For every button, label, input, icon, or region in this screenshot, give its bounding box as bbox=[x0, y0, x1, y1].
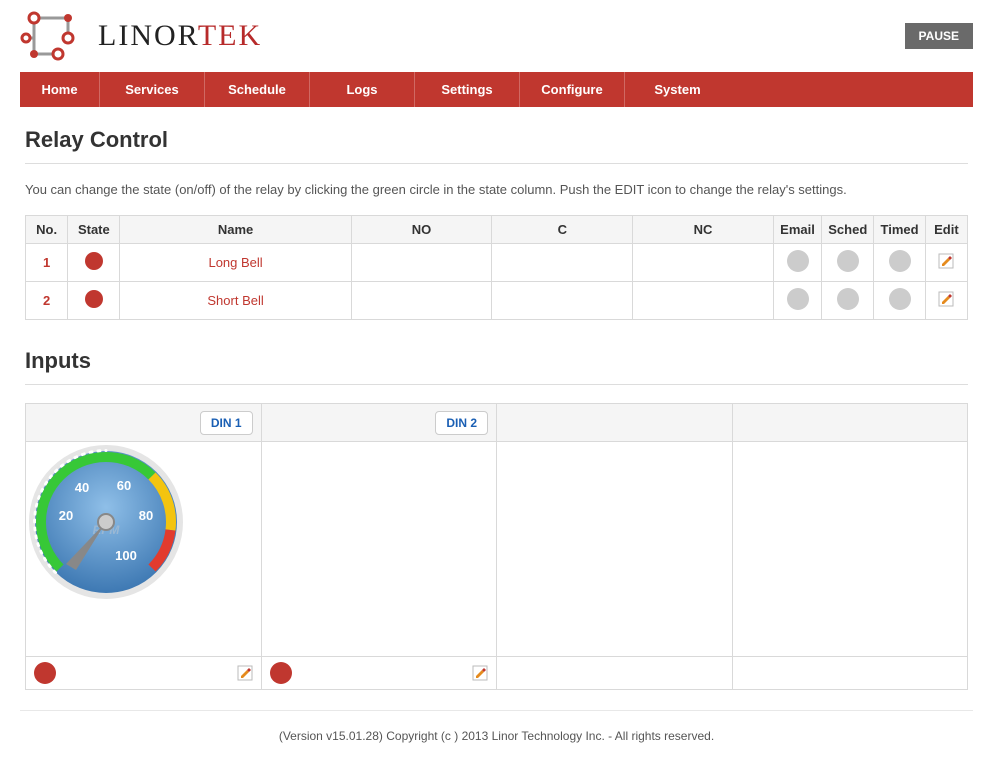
col-no: No. bbox=[26, 216, 68, 244]
gauge-cell: 20 40 60 80 100 RPM bbox=[26, 442, 262, 657]
relay-NO bbox=[351, 244, 492, 282]
navbar: Home Services Schedule Logs Settings Con… bbox=[20, 72, 973, 107]
col-NC: NC bbox=[633, 216, 774, 244]
logo: LINORTEK bbox=[20, 8, 262, 64]
input-edit-button[interactable] bbox=[472, 665, 488, 681]
relay-name: Long Bell bbox=[120, 244, 351, 282]
relay-sched-toggle[interactable] bbox=[822, 244, 874, 282]
relay-timed-toggle[interactable] bbox=[874, 282, 925, 320]
relay-title: Relay Control bbox=[25, 127, 968, 153]
svg-text:80: 80 bbox=[139, 508, 153, 523]
relay-row: 2 Short Bell bbox=[26, 282, 968, 320]
inputs-table: DIN 1 DIN 2 bbox=[25, 403, 968, 690]
gauge-cell bbox=[497, 442, 733, 657]
pause-button[interactable]: PAUSE bbox=[905, 23, 973, 49]
col-state: State bbox=[68, 216, 120, 244]
relay-no: 1 bbox=[26, 244, 68, 282]
nav-home[interactable]: Home bbox=[20, 72, 100, 107]
col-sched: Sched bbox=[822, 216, 874, 244]
relay-state-toggle[interactable] bbox=[68, 244, 120, 282]
relay-C bbox=[492, 282, 633, 320]
col-timed: Timed bbox=[874, 216, 925, 244]
edit-icon bbox=[237, 665, 253, 681]
inputs-title: Inputs bbox=[25, 348, 968, 374]
edit-icon bbox=[472, 665, 488, 681]
main: Relay Control You can change the state (… bbox=[0, 107, 993, 700]
input-state-indicator[interactable] bbox=[270, 662, 292, 684]
din1-button[interactable]: DIN 1 bbox=[200, 411, 253, 435]
edit-icon bbox=[938, 291, 954, 307]
input-state-indicator[interactable] bbox=[34, 662, 56, 684]
din-header-cell bbox=[497, 404, 733, 442]
nav-services[interactable]: Services bbox=[100, 72, 205, 107]
relay-edit-button[interactable] bbox=[925, 282, 967, 320]
relay-no: 2 bbox=[26, 282, 68, 320]
relay-C bbox=[492, 244, 633, 282]
divider bbox=[25, 384, 968, 385]
relay-row: 1 Long Bell bbox=[26, 244, 968, 282]
relay-NO bbox=[351, 282, 492, 320]
gauge-cell bbox=[261, 442, 497, 657]
relay-state-toggle[interactable] bbox=[68, 282, 120, 320]
logo-icon bbox=[20, 8, 90, 64]
footer-copyright: (Version v15.01.28) Copyright (c ) 2013 … bbox=[20, 710, 973, 757]
relay-NC bbox=[633, 282, 774, 320]
col-name: Name bbox=[120, 216, 351, 244]
nav-system[interactable]: System bbox=[625, 72, 730, 107]
relay-NC bbox=[633, 244, 774, 282]
relay-sched-toggle[interactable] bbox=[822, 282, 874, 320]
relay-name: Short Bell bbox=[120, 282, 351, 320]
relay-edit-button[interactable] bbox=[925, 244, 967, 282]
header: LINORTEK PAUSE bbox=[0, 0, 993, 72]
col-edit: Edit bbox=[925, 216, 967, 244]
edit-icon bbox=[938, 253, 954, 269]
col-email: Email bbox=[773, 216, 821, 244]
relay-timed-toggle[interactable] bbox=[874, 244, 925, 282]
nav-schedule[interactable]: Schedule bbox=[205, 72, 310, 107]
relay-intro: You can change the state (on/off) of the… bbox=[25, 182, 968, 197]
input-edit-button[interactable] bbox=[237, 665, 253, 681]
col-NO: NO bbox=[351, 216, 492, 244]
nav-configure[interactable]: Configure bbox=[520, 72, 625, 107]
nav-logs[interactable]: Logs bbox=[310, 72, 415, 107]
gauge-cell bbox=[732, 442, 968, 657]
relay-table: No. State Name NO C NC Email Sched Timed… bbox=[25, 215, 968, 320]
nav-settings[interactable]: Settings bbox=[415, 72, 520, 107]
din2-button[interactable]: DIN 2 bbox=[435, 411, 488, 435]
din-header-cell: DIN 2 bbox=[261, 404, 497, 442]
logo-text: LINORTEK bbox=[98, 19, 262, 53]
svg-text:20: 20 bbox=[59, 508, 73, 523]
din-header-cell: DIN 1 bbox=[26, 404, 262, 442]
relay-email-toggle[interactable] bbox=[773, 244, 821, 282]
svg-text:40: 40 bbox=[75, 480, 89, 495]
svg-text:60: 60 bbox=[117, 478, 131, 493]
relay-email-toggle[interactable] bbox=[773, 282, 821, 320]
svg-text:100: 100 bbox=[115, 548, 137, 563]
divider bbox=[25, 163, 968, 164]
din-header-cell bbox=[732, 404, 968, 442]
gauge-icon: 20 40 60 80 100 RPM bbox=[26, 442, 186, 602]
col-C: C bbox=[492, 216, 633, 244]
